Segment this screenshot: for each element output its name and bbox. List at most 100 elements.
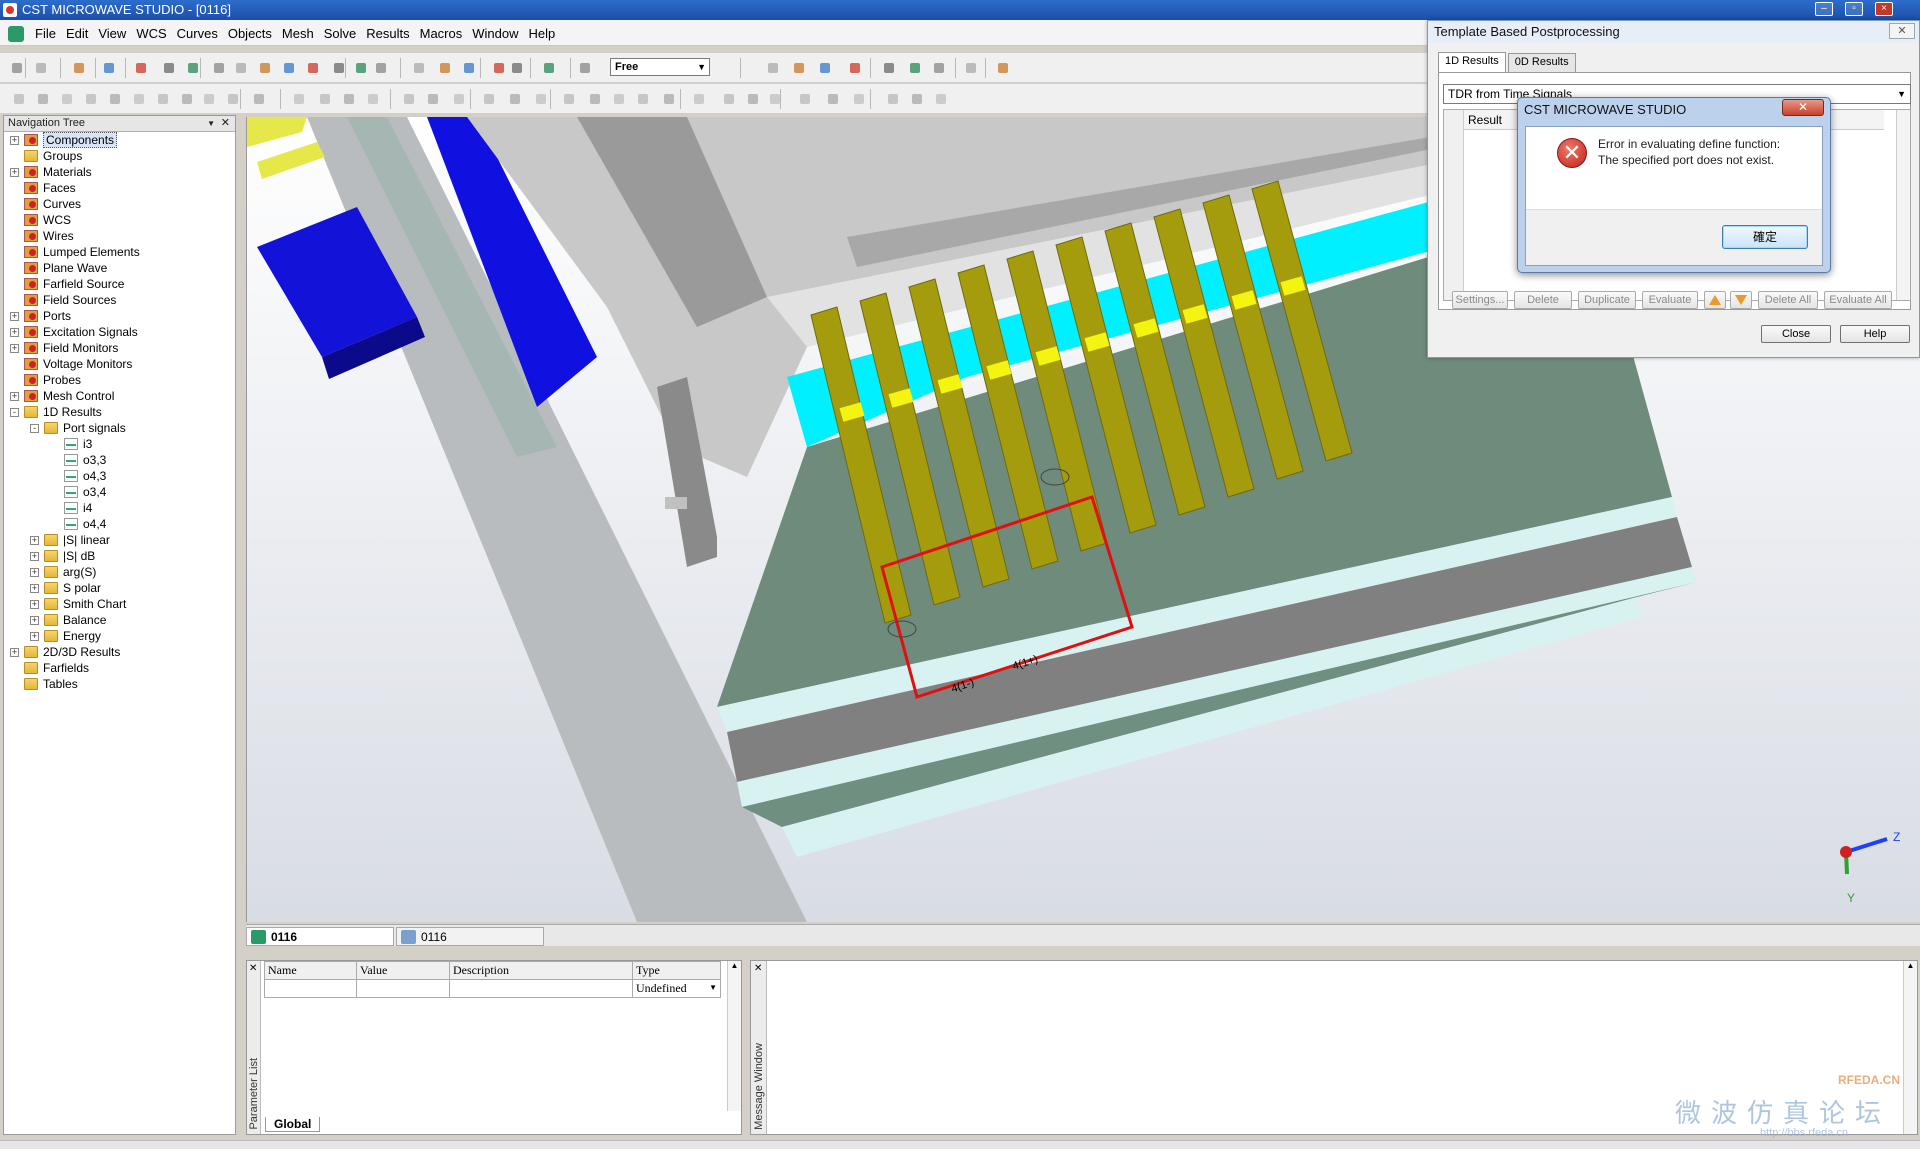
- toolbar-tool-icon[interactable]: [766, 90, 784, 108]
- toolbar-tool-icon[interactable]: [560, 90, 578, 108]
- expand-icon[interactable]: +: [10, 392, 19, 401]
- toolbar-tool-icon[interactable]: [340, 90, 358, 108]
- toolbar-tool-icon[interactable]: [130, 90, 148, 108]
- toolbar-tool-icon[interactable]: [816, 59, 834, 77]
- toolbar-tool-icon[interactable]: [82, 90, 100, 108]
- toolbar-tool-icon[interactable]: [70, 59, 88, 77]
- toolbar-tool-icon[interactable]: [32, 59, 50, 77]
- menu-wcs[interactable]: WCS: [131, 26, 171, 41]
- toolbar-tool-icon[interactable]: [764, 59, 782, 77]
- move-up-button[interactable]: [1704, 291, 1726, 309]
- toolbar-tool-icon[interactable]: [352, 59, 370, 77]
- tree-item[interactable]: Voltage Monitors: [4, 356, 235, 372]
- close-button[interactable]: Close: [1761, 325, 1831, 343]
- toolbar-tool-icon[interactable]: [930, 59, 948, 77]
- column-type[interactable]: Type: [632, 961, 721, 980]
- toolbar-tool-icon[interactable]: [880, 59, 898, 77]
- tree-item[interactable]: o4,4: [4, 516, 235, 532]
- tree-item[interactable]: + Components: [4, 132, 235, 148]
- expand-icon[interactable]: +: [10, 328, 19, 337]
- toolbar-tool-icon[interactable]: [132, 59, 150, 77]
- evaluate-all-button[interactable]: Evaluate All: [1824, 291, 1892, 309]
- toolbar-tool-icon[interactable]: [908, 90, 926, 108]
- chevron-down-icon[interactable]: ▼: [709, 983, 717, 992]
- toolbar-tool-icon[interactable]: [508, 59, 526, 77]
- tab-global[interactable]: Global: [265, 1117, 321, 1132]
- tree-item[interactable]: - 1D Results: [4, 404, 235, 420]
- expand-icon[interactable]: +: [30, 616, 39, 625]
- tree-item[interactable]: + Ports: [4, 308, 235, 324]
- menu-macros[interactable]: Macros: [415, 26, 468, 41]
- expand-icon[interactable]: +: [30, 552, 39, 561]
- toolbar-tool-icon[interactable]: [10, 90, 28, 108]
- tree-item[interactable]: + Smith Chart: [4, 596, 235, 612]
- menu-curves[interactable]: Curves: [172, 26, 223, 41]
- toolbar-tool-icon[interactable]: [962, 59, 980, 77]
- settings-button[interactable]: Settings...: [1452, 291, 1508, 309]
- toolbar-tool-icon[interactable]: [100, 59, 118, 77]
- toolbar-tool-icon[interactable]: [460, 59, 478, 77]
- value-cell[interactable]: [356, 979, 450, 998]
- expand-icon[interactable]: +: [10, 344, 19, 353]
- menu-view[interactable]: View: [93, 26, 131, 41]
- pin-icon[interactable]: ▼: [207, 116, 215, 131]
- move-down-button[interactable]: [1730, 291, 1752, 309]
- maximize-button[interactable]: ▫: [1845, 2, 1863, 16]
- toolbar-tool-icon[interactable]: [720, 90, 738, 108]
- toolbar-tool-icon[interactable]: [790, 59, 808, 77]
- toolbar-tool-icon[interactable]: [744, 90, 762, 108]
- toolbar-tool-icon[interactable]: [304, 59, 322, 77]
- evaluate-button[interactable]: Evaluate: [1642, 291, 1698, 309]
- expand-icon[interactable]: +: [30, 584, 39, 593]
- tree-item[interactable]: Lumped Elements: [4, 244, 235, 260]
- description-cell[interactable]: [449, 979, 633, 998]
- tree-item[interactable]: o4,3: [4, 468, 235, 484]
- expand-icon[interactable]: +: [10, 136, 19, 145]
- tree-item[interactable]: Plane Wave: [4, 260, 235, 276]
- expand-icon[interactable]: +: [30, 632, 39, 641]
- tab-schematic[interactable]: 0116: [396, 927, 544, 946]
- toolbar-tool-icon[interactable]: [58, 90, 76, 108]
- menu-edit[interactable]: Edit: [61, 26, 93, 41]
- toolbar-tool-icon[interactable]: [506, 90, 524, 108]
- tree-item[interactable]: + Materials: [4, 164, 235, 180]
- grid-scrollbar[interactable]: [1896, 110, 1910, 300]
- close-icon[interactable]: ✕: [221, 116, 230, 131]
- toolbar-tool-icon[interactable]: [634, 90, 652, 108]
- tree-item[interactable]: i3: [4, 436, 235, 452]
- tree-item[interactable]: WCS: [4, 212, 235, 228]
- close-window-button[interactable]: ×: [1875, 2, 1893, 16]
- tree-item[interactable]: + Field Monitors: [4, 340, 235, 356]
- tree-item[interactable]: Groups: [4, 148, 235, 164]
- tree-item[interactable]: + arg(S): [4, 564, 235, 580]
- expand-icon[interactable]: +: [30, 568, 39, 577]
- tree-item[interactable]: Wires: [4, 228, 235, 244]
- ok-button[interactable]: 確定: [1722, 225, 1808, 249]
- collapse-icon[interactable]: -: [10, 408, 19, 417]
- name-cell[interactable]: [264, 979, 357, 998]
- expand-icon[interactable]: +: [30, 600, 39, 609]
- tree-item[interactable]: + |S| linear: [4, 532, 235, 548]
- toolbar-tool-icon[interactable]: [256, 59, 274, 77]
- toolbar-tool-icon[interactable]: [400, 90, 418, 108]
- parameter-scrollbar[interactable]: ▲: [727, 961, 741, 1111]
- toolbar-tool-icon[interactable]: [364, 90, 382, 108]
- close-icon[interactable]: ✕: [249, 963, 257, 974]
- toolbar-tool-icon[interactable]: [8, 59, 26, 77]
- toolbar-tool-icon[interactable]: [160, 59, 178, 77]
- delete-button[interactable]: Delete: [1514, 291, 1572, 309]
- toolbar-tool-icon[interactable]: [994, 59, 1012, 77]
- toolbar-tool-icon[interactable]: [846, 59, 864, 77]
- tree-item[interactable]: Farfield Source: [4, 276, 235, 292]
- toolbar-tool-icon[interactable]: [610, 90, 628, 108]
- close-icon[interactable]: ✕: [754, 963, 762, 974]
- toolbar-tool-icon[interactable]: [906, 59, 924, 77]
- menu-file[interactable]: File: [30, 26, 61, 41]
- toolbar-tool-icon[interactable]: [106, 90, 124, 108]
- menu-results[interactable]: Results: [361, 26, 414, 41]
- column-description[interactable]: Description: [449, 961, 633, 980]
- toolbar-tool-icon[interactable]: [884, 90, 902, 108]
- tree-item[interactable]: - Port signals: [4, 420, 235, 436]
- tree-item[interactable]: Probes: [4, 372, 235, 388]
- tree-item[interactable]: + Energy: [4, 628, 235, 644]
